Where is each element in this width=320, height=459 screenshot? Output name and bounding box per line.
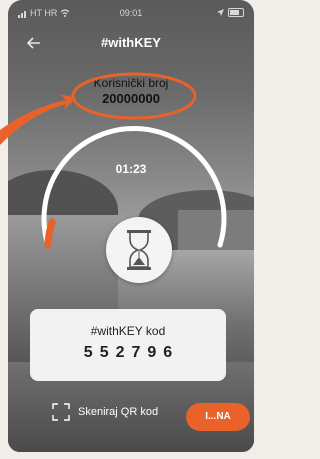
action-button[interactable]: I...NA [186, 403, 250, 431]
code-value: 552796 [83, 344, 180, 361]
code-card: #withKEY kod 552796 [30, 309, 226, 381]
timer-progress [44, 218, 56, 249]
code-label: #withKEY kod [90, 324, 166, 338]
hourglass-icon [127, 230, 151, 270]
app-screen: HT HR 09:01 #withKEY Korisnički broj 200… [8, 0, 254, 452]
scan-qr-label: Skeniraj QR kod [78, 406, 159, 418]
scan-qr-button[interactable]: Skeniraj QR kod [52, 403, 158, 421]
qr-scan-icon [52, 403, 70, 421]
hourglass-badge [106, 217, 172, 283]
bottom-actions: Skeniraj QR kod I...NA [8, 400, 254, 431]
timer-countdown: 01:23 [115, 162, 147, 176]
